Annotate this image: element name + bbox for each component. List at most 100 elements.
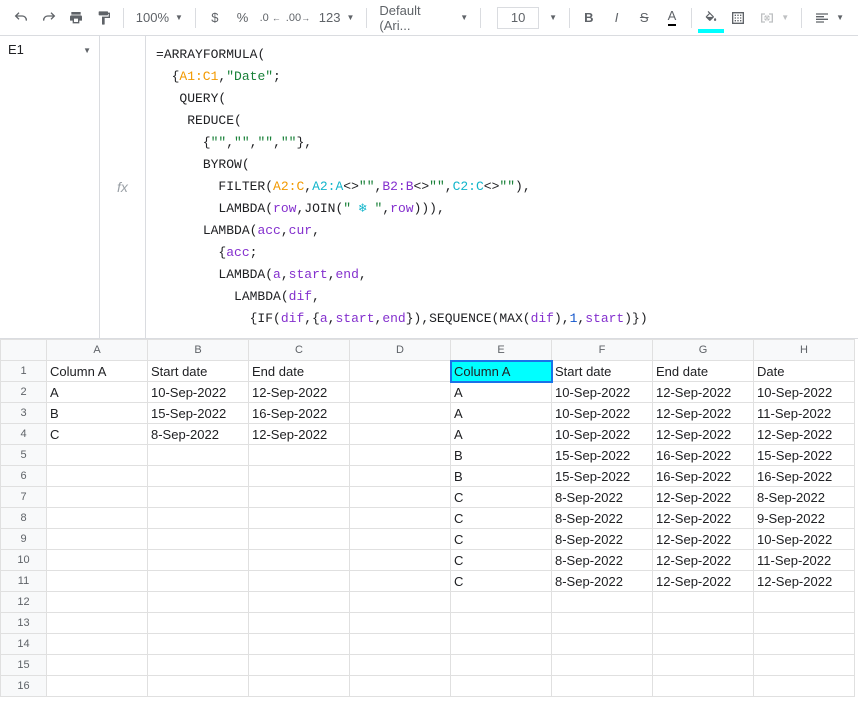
cell[interactable]: 12-Sep-2022: [249, 382, 350, 403]
zoom-dropdown[interactable]: 100%▼: [130, 5, 189, 31]
cell[interactable]: 16-Sep-2022: [249, 403, 350, 424]
cell[interactable]: B: [451, 445, 552, 466]
cell[interactable]: [350, 529, 451, 550]
cell[interactable]: [350, 361, 451, 382]
cell[interactable]: [350, 655, 451, 676]
cell[interactable]: [47, 487, 148, 508]
cell[interactable]: [350, 592, 451, 613]
cell[interactable]: Column A: [451, 361, 552, 382]
cell[interactable]: [47, 529, 148, 550]
cell[interactable]: [653, 613, 754, 634]
cell[interactable]: [148, 550, 249, 571]
cell[interactable]: [47, 466, 148, 487]
cell[interactable]: 12-Sep-2022: [249, 424, 350, 445]
cell[interactable]: [249, 634, 350, 655]
cell[interactable]: [552, 634, 653, 655]
row-header[interactable]: 3: [1, 403, 47, 424]
cell[interactable]: 16-Sep-2022: [754, 466, 855, 487]
font-size-dropdown[interactable]: 10▼: [487, 5, 563, 31]
cell[interactable]: End date: [249, 361, 350, 382]
column-header[interactable]: A: [47, 340, 148, 361]
cell[interactable]: 12-Sep-2022: [653, 571, 754, 592]
cell[interactable]: [754, 655, 855, 676]
cell[interactable]: 15-Sep-2022: [148, 403, 249, 424]
row-header[interactable]: 11: [1, 571, 47, 592]
cell[interactable]: A: [451, 382, 552, 403]
cell[interactable]: [148, 571, 249, 592]
cell[interactable]: C: [451, 529, 552, 550]
column-header[interactable]: D: [350, 340, 451, 361]
cell[interactable]: [653, 655, 754, 676]
cell[interactable]: [148, 466, 249, 487]
cell[interactable]: [552, 655, 653, 676]
cell[interactable]: [148, 676, 249, 697]
cell[interactable]: [451, 592, 552, 613]
cell[interactable]: [350, 508, 451, 529]
cell[interactable]: [47, 613, 148, 634]
text-color-button[interactable]: A: [659, 5, 685, 31]
row-header[interactable]: 14: [1, 634, 47, 655]
cell[interactable]: A: [451, 403, 552, 424]
row-header[interactable]: 16: [1, 676, 47, 697]
cell[interactable]: [350, 487, 451, 508]
cell[interactable]: 8-Sep-2022: [754, 487, 855, 508]
format-percent-button[interactable]: %: [230, 5, 256, 31]
increase-decimal-button[interactable]: .00→: [285, 5, 311, 31]
cell[interactable]: [350, 550, 451, 571]
cell[interactable]: End date: [653, 361, 754, 382]
redo-button[interactable]: [36, 5, 62, 31]
select-all-corner[interactable]: [1, 340, 47, 361]
cell[interactable]: B: [451, 466, 552, 487]
column-header[interactable]: E: [451, 340, 552, 361]
cell[interactable]: 10-Sep-2022: [754, 382, 855, 403]
cell[interactable]: [148, 634, 249, 655]
column-header[interactable]: H: [754, 340, 855, 361]
cell[interactable]: 10-Sep-2022: [754, 529, 855, 550]
decrease-decimal-button[interactable]: .0 ←: [257, 5, 283, 31]
cell[interactable]: [148, 592, 249, 613]
strikethrough-button[interactable]: S: [631, 5, 657, 31]
cell[interactable]: A: [451, 424, 552, 445]
cell[interactable]: A: [47, 382, 148, 403]
borders-button[interactable]: [726, 5, 752, 31]
cell[interactable]: [249, 487, 350, 508]
cell[interactable]: [47, 550, 148, 571]
cell[interactable]: [653, 592, 754, 613]
row-header[interactable]: 8: [1, 508, 47, 529]
cell[interactable]: [249, 550, 350, 571]
merge-cells-dropdown[interactable]: ▼: [753, 5, 795, 31]
cell[interactable]: [350, 403, 451, 424]
cell[interactable]: [754, 676, 855, 697]
cell[interactable]: [47, 592, 148, 613]
cell[interactable]: 12-Sep-2022: [653, 550, 754, 571]
cell[interactable]: [451, 634, 552, 655]
cell[interactable]: [148, 529, 249, 550]
row-header[interactable]: 4: [1, 424, 47, 445]
cell[interactable]: [754, 613, 855, 634]
cell[interactable]: 15-Sep-2022: [552, 445, 653, 466]
cell[interactable]: 8-Sep-2022: [552, 508, 653, 529]
cell[interactable]: [249, 445, 350, 466]
cell[interactable]: Column A: [47, 361, 148, 382]
cell[interactable]: [47, 634, 148, 655]
cell[interactable]: C: [451, 487, 552, 508]
cell[interactable]: 12-Sep-2022: [653, 382, 754, 403]
cell[interactable]: 10-Sep-2022: [552, 424, 653, 445]
column-header[interactable]: B: [148, 340, 249, 361]
cell[interactable]: [47, 655, 148, 676]
cell[interactable]: [47, 676, 148, 697]
cell[interactable]: 16-Sep-2022: [653, 445, 754, 466]
cell[interactable]: 10-Sep-2022: [148, 382, 249, 403]
cell[interactable]: [350, 382, 451, 403]
cell[interactable]: 12-Sep-2022: [653, 424, 754, 445]
cell[interactable]: C: [47, 424, 148, 445]
cell[interactable]: 10-Sep-2022: [552, 382, 653, 403]
cell[interactable]: [350, 424, 451, 445]
cell[interactable]: [350, 445, 451, 466]
cell[interactable]: [552, 676, 653, 697]
cell[interactable]: [47, 445, 148, 466]
row-header[interactable]: 9: [1, 529, 47, 550]
name-box[interactable]: E1▼: [0, 36, 100, 338]
cell[interactable]: [148, 487, 249, 508]
row-header[interactable]: 13: [1, 613, 47, 634]
